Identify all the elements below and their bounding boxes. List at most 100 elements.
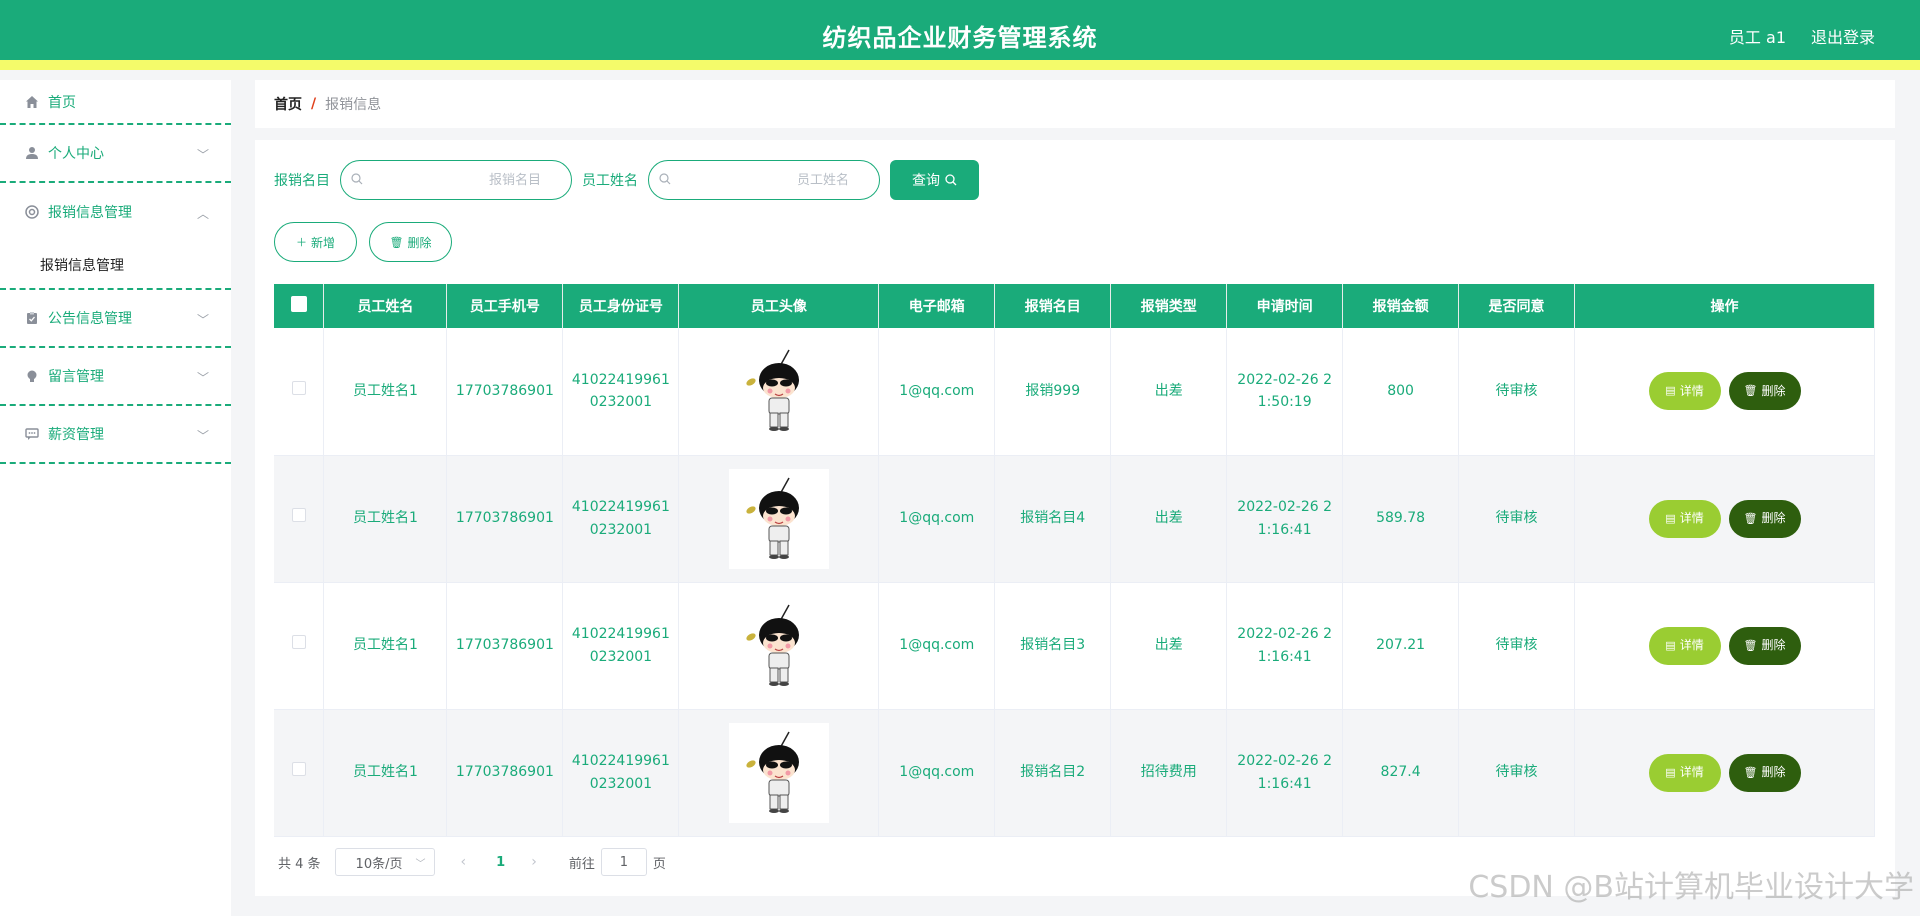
cell-actions: ▤ 详情 🗑 删除 [1574,455,1875,583]
chevron-down-icon: ﹀ [196,313,209,327]
page-size-select[interactable]: 10条/页 ﹀ [334,848,435,876]
row-select-cell[interactable] [274,328,325,456]
table-header-row: 员工姓名 员工手机号 员工身份证号 员工头像 电子邮箱 报销名目 报销类型 申请… [274,284,1875,328]
sidebar-item-label: 留言管理 [48,369,104,385]
sidebar-item-personal[interactable]: 个人中心 ﹀ [0,125,231,183]
cell-phone: 17703786901 [446,709,564,837]
breadcrumb: 首页 / 报销信息 [255,80,1895,128]
cell-idcard: 41022419961 0232001 [562,582,680,710]
cell-idcard: 41022419961 0232001 [562,455,680,583]
page-unit-label: 页 [652,856,666,872]
delete-label: 删除 [1761,383,1786,398]
user-icon [24,145,40,161]
cell-time: 2022-02-26 2 1:16:41 [1226,455,1344,583]
document-icon: ▤ [1665,511,1676,525]
trash-icon: 🗑 [1743,765,1758,779]
trash-icon: 🗑 [1743,638,1758,652]
breadcrumb-home[interactable]: 首页 [274,94,302,114]
col-phone: 员工手机号 [446,284,564,328]
goto-label: 前往 [568,856,595,872]
cell-avatar [678,709,880,837]
select-all-checkbox[interactable] [290,296,307,312]
delete-button[interactable]: 🗑 删除 [1728,626,1801,665]
row-checkbox[interactable] [291,508,306,523]
cell-status: 待审核 [1458,455,1576,583]
detail-label: 详情 [1679,764,1704,779]
search-item-input[interactable] [371,170,557,190]
cell-amount: 207.21 [1342,582,1460,710]
reimbursement-table: 员工姓名 员工手机号 员工身份证号 员工头像 电子邮箱 报销名目 报销类型 申请… [274,284,1875,837]
cell-item: 报销名目4 [994,455,1112,583]
cell-phone: 17703786901 [446,582,564,710]
row-select-cell[interactable] [274,709,325,837]
row-select-cell[interactable] [274,582,325,710]
idcard-line: 41022419961 [571,371,670,388]
cell-phone: 17703786901 [446,328,564,456]
cell-type: 出差 [1110,455,1228,583]
search-name-input[interactable] [679,170,865,190]
goto-page-input[interactable] [600,848,647,876]
select-all-cell[interactable] [274,284,325,328]
query-button[interactable]: 查询 [890,160,979,200]
search-label-name: 员工姓名 [582,173,638,189]
delete-button[interactable]: 🗑 删除 [1728,499,1801,538]
table-row: 员工姓名1 17703786901 41022419961 0232001 1@qq.c… [274,328,1875,456]
col-item: 报销名目 [994,284,1112,328]
search-name-field[interactable] [648,160,880,200]
logout-button[interactable]: 退出登录 [1811,24,1875,48]
cell-idcard: 41022419961 0232001 [562,709,680,837]
top-header: 纺织品企业财务管理系统 员工 a1 退出登录 [0,0,1920,70]
detail-button[interactable]: ▤ 详情 [1648,499,1721,538]
sidebar-item-label: 公告信息管理 [48,311,132,327]
col-name: 员工姓名 [323,284,448,328]
row-checkbox[interactable] [291,381,306,396]
row-checkbox[interactable] [291,635,306,650]
add-button[interactable]: ＋ 新增 [274,222,357,262]
sidebar-item-notice[interactable]: 公告信息管理 ﹀ [0,290,231,348]
next-page-button[interactable]: › [531,854,537,870]
cell-name: 员工姓名1 [323,709,448,837]
time-line: 2022-02-26 2 [1237,499,1332,516]
row-select-cell[interactable] [274,455,325,583]
delete-button[interactable]: 🗑 删除 [1728,372,1801,411]
col-avatar: 员工头像 [678,284,880,328]
sidebar-item-salary[interactable]: 薪资管理 ﹀ [0,406,231,464]
cell-time: 2022-02-26 2 1:16:41 [1226,709,1344,837]
col-time: 申请时间 [1226,284,1344,328]
cell-email: 1@qq.com [878,328,996,456]
search-item-field[interactable] [340,160,572,200]
sidebar-item-home[interactable]: 首页 [0,80,231,125]
cell-email: 1@qq.com [878,582,996,710]
delete-label: 删除 [407,235,432,250]
current-user: 员工 a1 [1728,28,1786,47]
detail-button[interactable]: ▤ 详情 [1648,753,1721,792]
batch-delete-button[interactable]: 🗑 删除 [369,222,452,262]
delete-button[interactable]: 🗑 删除 [1728,753,1801,792]
search-label-item: 报销名目 [274,173,330,189]
idcard-line: 41022419961 [571,626,670,643]
detail-label: 详情 [1679,510,1704,525]
sidebar-subitem-reimbursement[interactable]: 报销信息管理 [0,241,231,290]
idcard-line: 0232001 [589,394,653,411]
sidebar-item-label: 个人中心 [48,146,104,162]
page-number[interactable]: 1 [496,855,505,870]
prev-page-button[interactable]: ‹ [461,854,467,870]
add-label: 新增 [310,235,335,250]
sidebar-item-messages[interactable]: 留言管理 ﹀ [0,348,231,406]
time-line: 2022-02-26 2 [1237,371,1332,388]
detail-button[interactable]: ▤ 详情 [1648,626,1721,665]
time-line: 1:50:19 [1257,394,1312,411]
sidebar-item-reimbursement[interactable]: 报销信息管理 ︿ [0,183,231,241]
chevron-down-icon: ﹀ [196,371,209,385]
col-status: 是否同意 [1458,284,1576,328]
document-icon: ▤ [1665,384,1676,398]
time-line: 1:16:41 [1257,521,1312,538]
bulb-icon [24,368,40,384]
detail-button[interactable]: ▤ 详情 [1648,372,1721,411]
row-checkbox[interactable] [291,762,306,777]
cell-amount: 800 [1342,328,1460,456]
cell-actions: ▤ 详情 🗑 删除 [1574,582,1875,710]
home-icon [24,94,40,110]
plus-icon: ＋ [295,236,307,249]
document-icon: ▤ [1665,765,1676,779]
